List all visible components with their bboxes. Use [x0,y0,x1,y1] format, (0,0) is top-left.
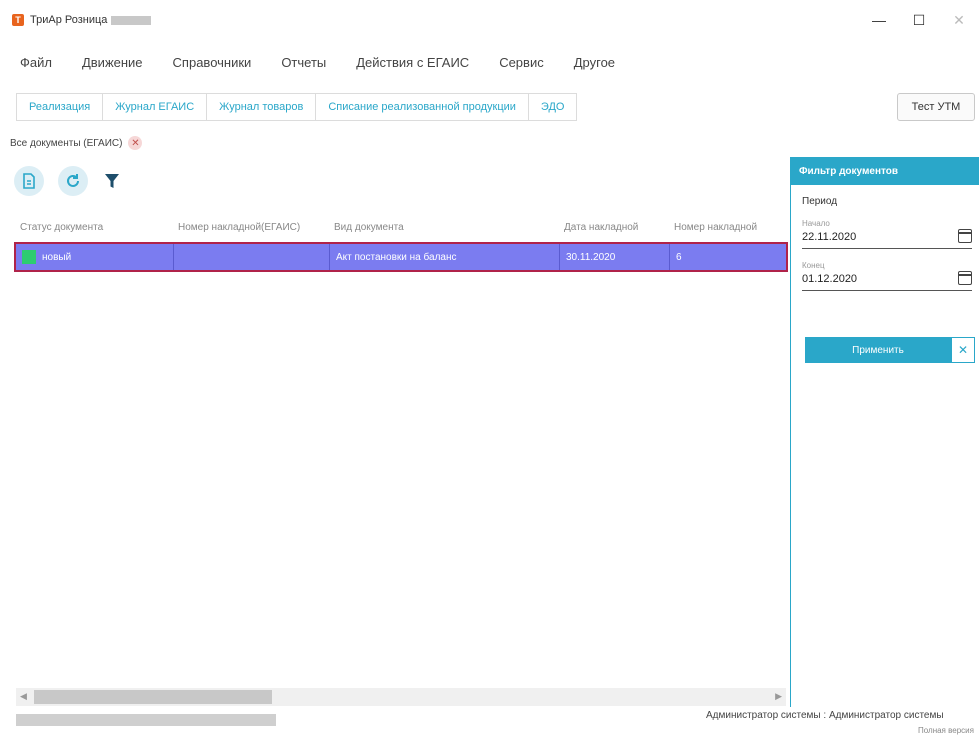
document-icon [23,173,35,189]
menu-reports[interactable]: Отчеты [281,55,326,70]
horizontal-scrollbar[interactable]: ◀ ▶ [16,688,786,706]
cell-date: 30.11.2020 [560,244,670,270]
refresh-icon [67,174,79,187]
menu-file[interactable]: Файл [20,55,52,70]
tab-writeoff[interactable]: Списание реализованной продукции [315,93,528,121]
new-document-button[interactable] [14,166,44,196]
window-title: ТриАр Розница [30,14,108,26]
period-label: Период [802,196,838,207]
cell-egais-number [174,244,330,270]
calendar-icon[interactable] [958,271,972,285]
tabs-bar: Реализация Журнал ЕГАИС Журнал товаров С… [16,93,578,121]
calendar-icon[interactable] [958,229,972,243]
version-label: Полная версия [918,726,974,735]
scroll-left-icon[interactable]: ◀ [20,691,27,702]
date-from-field[interactable]: Начало 22.11.2020 [802,219,972,249]
apply-row: Применить ✕ [805,337,975,363]
scroll-right-icon[interactable]: ▶ [775,691,782,702]
test-utm-button[interactable]: Тест УТМ [897,93,975,121]
documents-table: Статус документа Номер накладной(ЕГАИС) … [14,216,788,272]
tab-sales[interactable]: Реализация [16,93,103,121]
date-to-field[interactable]: Конец 01.12.2020 [802,261,972,291]
menu-egais-actions[interactable]: Действия с ЕГАИС [356,55,469,70]
date-to-label: Конец [802,261,825,270]
date-from-label: Начало [802,219,830,228]
tab-egais-journal[interactable]: Журнал ЕГАИС [102,93,207,121]
status-text: новый [42,251,72,263]
table-header: Статус документа Номер накладной(ЕГАИС) … [14,216,788,238]
status-indicator [22,250,36,264]
header-status[interactable]: Статус документа [14,222,172,233]
header-doc-type[interactable]: Вид документа [328,222,558,233]
toolbar [14,166,122,196]
cell-doc-type: Акт постановки на баланс [330,244,560,270]
clear-filter-icon[interactable]: ✕ [951,337,975,363]
close-icon[interactable]: ✕ [128,136,143,150]
filter-button[interactable] [102,166,122,196]
table-row[interactable]: новый Акт постановки на баланс 30.11.202… [14,242,788,272]
menu-service[interactable]: Сервис [499,55,544,70]
filter-icon [105,174,119,188]
cell-number: 6 [676,251,682,263]
maximize-button[interactable]: ☐ [899,0,939,40]
menu-bar: Файл Движение Справочники Отчеты Действи… [20,55,645,70]
filter-panel: Фильтр документов Период Начало 22.11.20… [790,157,979,707]
date-to-value: 01.12.2020 [802,273,858,285]
minimize-button[interactable]: — [859,0,899,40]
apply-button[interactable]: Применить [805,337,951,363]
document-tab[interactable]: Все документы (ЕГАИС) ✕ [10,136,143,150]
header-egais-number[interactable]: Номер накладной(ЕГАИС) [172,222,328,233]
status-redacted [16,714,276,726]
menu-directories[interactable]: Справочники [173,55,252,70]
header-number[interactable]: Номер накладной [668,222,784,233]
menu-movement[interactable]: Движение [82,55,143,70]
tab-edo[interactable]: ЭДО [527,93,578,121]
refresh-button[interactable] [58,166,88,196]
app-logo-icon: T [12,14,24,26]
close-button[interactable]: ✕ [939,0,979,40]
title-bar: T ТриАр Розница — ☐ ✕ [0,0,979,40]
tab-goods-journal[interactable]: Журнал товаров [206,93,316,121]
header-date[interactable]: Дата накладной [558,222,668,233]
filter-title: Фильтр документов [791,157,979,185]
document-tab-label: Все документы (ЕГАИС) [10,137,123,149]
user-status: Администратор системы : Администратор си… [706,710,944,721]
title-redacted [111,15,152,25]
date-from-value: 22.11.2020 [802,231,857,243]
cell-status: новый [16,244,174,270]
menu-other[interactable]: Другое [574,55,615,70]
scrollbar-thumb[interactable] [34,690,272,704]
